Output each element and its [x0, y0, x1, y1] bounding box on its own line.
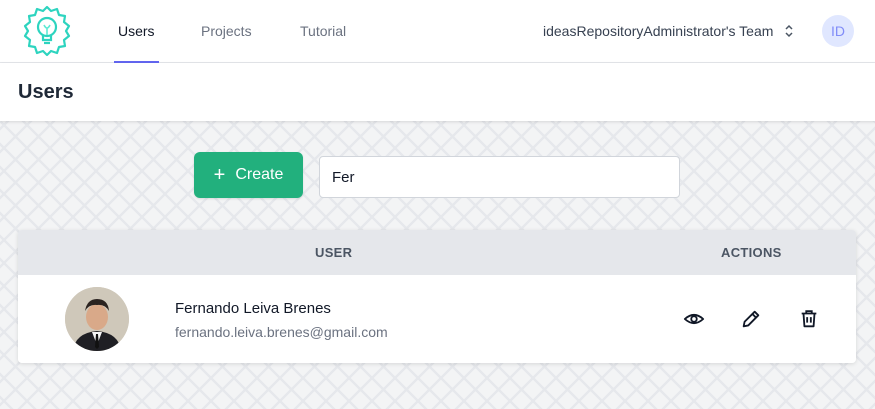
tab-projects[interactable]: Projects — [201, 0, 252, 63]
lightbulb-logo[interactable] — [22, 5, 72, 57]
table-header: USER ACTIONS — [18, 230, 856, 275]
plus-icon: + — [213, 164, 226, 186]
column-header-user: USER — [315, 245, 353, 260]
chevron-up-down-icon[interactable] — [784, 23, 794, 39]
column-header-actions: ACTIONS — [721, 245, 782, 260]
team-switcher[interactable]: ideasRepositoryAdministrator's Team — [543, 0, 773, 63]
top-navbar: Users Projects Tutorial ideasRepositoryA… — [0, 0, 875, 63]
create-button-label: Create — [235, 166, 284, 183]
pencil-icon[interactable] — [740, 308, 762, 330]
user-email: fernando.leiva.brenes@gmail.com — [175, 324, 388, 340]
page-header: Users — [0, 63, 875, 121]
users-table: USER ACTIONS Fernando Leiva Brenes ferna… — [18, 230, 856, 363]
search-input[interactable] — [319, 156, 680, 198]
page-title: Users — [18, 81, 74, 103]
user-avatar[interactable]: ID — [822, 15, 854, 47]
user-photo — [65, 287, 129, 351]
eye-icon[interactable] — [683, 308, 705, 330]
trash-icon[interactable] — [798, 308, 820, 330]
tab-users[interactable]: Users — [114, 0, 159, 63]
user-name: Fernando Leiva Brenes — [175, 300, 331, 317]
tab-tutorial[interactable]: Tutorial — [300, 0, 346, 63]
table-row: Fernando Leiva Brenes fernando.leiva.bre… — [18, 275, 856, 363]
create-button[interactable]: + Create — [194, 152, 303, 198]
